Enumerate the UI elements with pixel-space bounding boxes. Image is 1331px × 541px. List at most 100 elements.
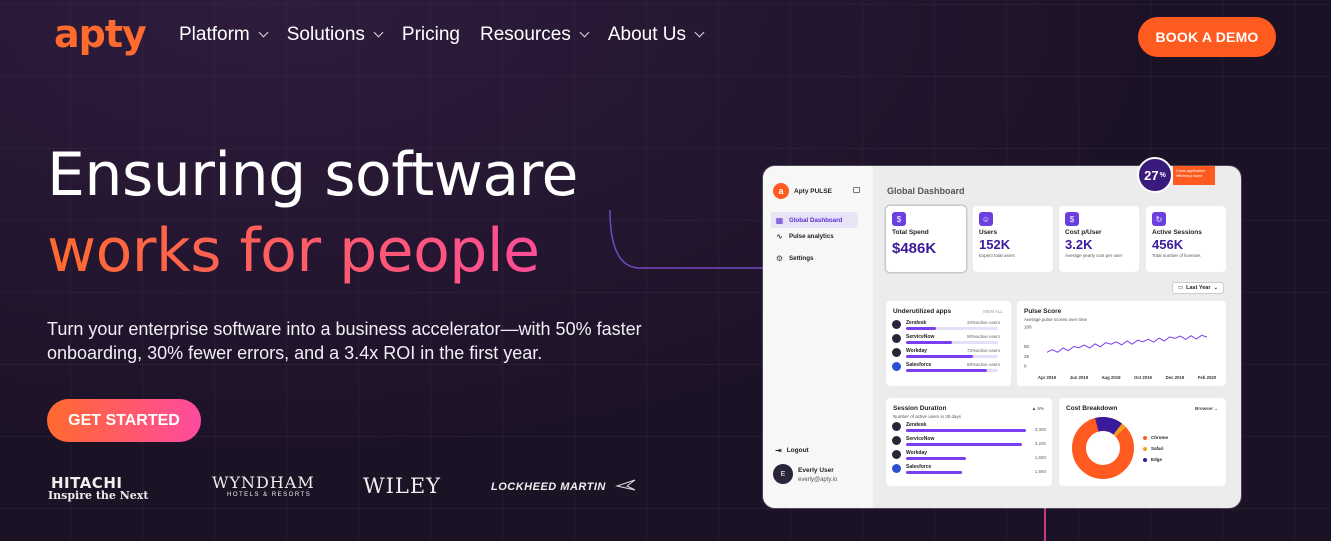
chevron-down-icon <box>579 27 590 38</box>
card-subtitle: Number of active users in 30 days <box>893 414 962 419</box>
kpi-value: 456K <box>1152 237 1184 252</box>
browser-select[interactable]: Browser ⌄ <box>1195 406 1218 412</box>
card-subtitle: Average pulse scores over time <box>1024 317 1087 322</box>
session-value: 1,650 <box>1034 455 1046 460</box>
x-tick-label: Feb 2020 <box>1198 375 1217 380</box>
lockheed-martin-logo: LOCKHEED MARTIN <box>491 481 606 493</box>
wiley-logo: WILEY <box>363 474 442 498</box>
kpi-label: Users <box>979 229 998 236</box>
chevron-down-icon <box>258 27 269 38</box>
usage-bar <box>906 355 998 358</box>
list-item: ServiceNow 3,200 <box>892 436 1046 450</box>
nav-label: About Us <box>607 24 686 45</box>
session-value: 3,200 <box>1034 441 1046 446</box>
list-item: Salesforce 88%active users <box>892 362 1000 376</box>
chevron-down-icon: ⌄ <box>1213 285 1219 291</box>
y-tick-label: 25 <box>1024 354 1030 359</box>
nav-item-pricing[interactable]: Pricing <box>402 24 460 46</box>
legend-item-chrome: Chrome <box>1143 435 1168 440</box>
legend-label: Edge <box>1151 457 1163 462</box>
nav-item-resources[interactable]: Resources <box>480 24 590 46</box>
sidebar-toggle-icon[interactable] <box>853 187 860 193</box>
kpi-value: 3.2K <box>1065 237 1093 252</box>
nav-item-about-us[interactable]: About Us <box>607 24 705 46</box>
logout-icon: ⇥ <box>775 446 782 455</box>
efficiency-badge: 27% <box>1137 157 1173 193</box>
kpi-card-active-sessions[interactable]: ↻ Active Sessions 456K Total number of l… <box>1146 206 1226 272</box>
efficiency-tag: Costs application efficiency boost <box>1173 166 1215 185</box>
pulse-brand-label: Apty PULSE <box>794 187 832 195</box>
x-tick-label: Aug 2019 <box>1101 375 1121 380</box>
kpi-label: Cost p/User <box>1065 229 1102 236</box>
grid-icon: ▦ <box>775 215 784 225</box>
kpi-label: Active Sessions <box>1152 229 1202 236</box>
nav-item-solutions[interactable]: Solutions <box>287 24 384 46</box>
cost-breakdown-card: Cost Breakdown Browser ⌄ Chrome Safari E… <box>1059 398 1226 486</box>
x-tick-label: Jun 2019 <box>1070 375 1089 380</box>
trend-delta: ▲ 5% <box>1031 406 1044 411</box>
hero-title-line1: Ensuring software <box>47 140 578 210</box>
usage-bar-fill <box>906 341 952 344</box>
card-title: Underutilized apps <box>893 308 952 315</box>
session-bar-fill <box>906 429 1026 432</box>
usage-bar <box>906 341 998 344</box>
chevron-down-icon <box>694 27 705 38</box>
salesforce-icon <box>892 464 901 473</box>
legend-item-edge: Edge <box>1143 457 1162 462</box>
book-demo-button[interactable]: BOOK A DEMO <box>1138 17 1276 57</box>
kpi-card-cost-per-user[interactable]: $ Cost p/User 3.2K Average yearly cost p… <box>1059 206 1139 272</box>
y-tick-label: 0 <box>1024 364 1027 369</box>
apty-logo[interactable]: apty <box>54 12 147 56</box>
period-select-value: Last Year <box>1186 285 1211 291</box>
nav-item-platform[interactable]: Platform <box>179 24 269 46</box>
app-name: Salesforce <box>906 464 932 470</box>
hero-subtitle: Turn your enterprise software into a bus… <box>47 319 642 363</box>
list-item: Workday 73%active users <box>892 348 1000 362</box>
usage-bar-fill <box>906 327 937 330</box>
app-usage: 88%active users <box>966 362 1000 367</box>
session-value: 3,300 <box>1034 427 1046 432</box>
calendar-icon: ▭ <box>1177 285 1184 291</box>
apty-logo-icon: a <box>773 183 789 199</box>
session-duration-card: Session Duration Number of active users … <box>886 398 1052 486</box>
view-all-link[interactable]: VIEW ALL <box>982 309 1003 314</box>
hero-title: Ensuring software works for people <box>47 137 578 289</box>
legend-label: Safari <box>1151 446 1164 451</box>
pulse-score-card: Pulse Score Average pulse scores over ti… <box>1017 301 1226 386</box>
sidebar-item-label: Pulse analytics <box>789 232 834 240</box>
logout-button[interactable]: ⇥ Logout <box>775 446 809 455</box>
nav-label: Pricing <box>401 24 460 45</box>
zendesk-icon <box>892 422 901 431</box>
period-select[interactable]: ▭ Last Year ⌄ <box>1172 282 1224 294</box>
legend-dot <box>1143 446 1147 451</box>
gear-icon: ⚙ <box>775 253 784 263</box>
sidebar-item-global-dashboard[interactable]: ▦ Global Dashboard <box>771 212 858 228</box>
servicenow-icon <box>892 436 901 445</box>
y-tick-label: 50 <box>1024 344 1030 349</box>
series-line <box>1046 334 1208 353</box>
badge-unit: % <box>1159 171 1166 179</box>
kpi-card-total-spend[interactable]: $ Total Spend $486K <box>886 206 966 272</box>
app-name: Zendesk <box>906 422 927 428</box>
hero-title-line2: works for people <box>47 213 578 289</box>
session-bar <box>906 471 1026 474</box>
kpi-value: $486K <box>892 240 937 257</box>
get-started-button[interactable]: GET STARTED <box>47 399 201 442</box>
zendesk-icon <box>892 320 901 329</box>
app-usage: 50%active users <box>966 334 1000 339</box>
user-email: everly@apty.io <box>798 477 838 483</box>
kpi-note: Average yearly cost per user <box>1065 253 1123 258</box>
session-bar-fill <box>906 457 966 460</box>
app-name: Salesforce <box>906 362 932 368</box>
wyndham-logo: WYNDHAM <box>212 473 315 492</box>
dashboard-title: Global Dashboard <box>887 186 965 196</box>
hitachi-tagline: Inspire the Next <box>48 489 149 502</box>
avatar[interactable]: E <box>773 464 793 484</box>
underutilized-apps-card: Underutilized apps VIEW ALL Zendesk 33%a… <box>886 301 1011 386</box>
sidebar-item-settings[interactable]: ⚙ Settings <box>771 250 858 266</box>
app-name: ServiceNow <box>906 334 935 340</box>
kpi-card-users[interactable]: ☺ Users 152K Expect total users <box>973 206 1053 272</box>
workday-icon <box>892 450 901 459</box>
sidebar-item-label: Global Dashboard <box>789 216 843 224</box>
sidebar-item-pulse-analytics[interactable]: ∿ Pulse analytics <box>771 228 858 244</box>
